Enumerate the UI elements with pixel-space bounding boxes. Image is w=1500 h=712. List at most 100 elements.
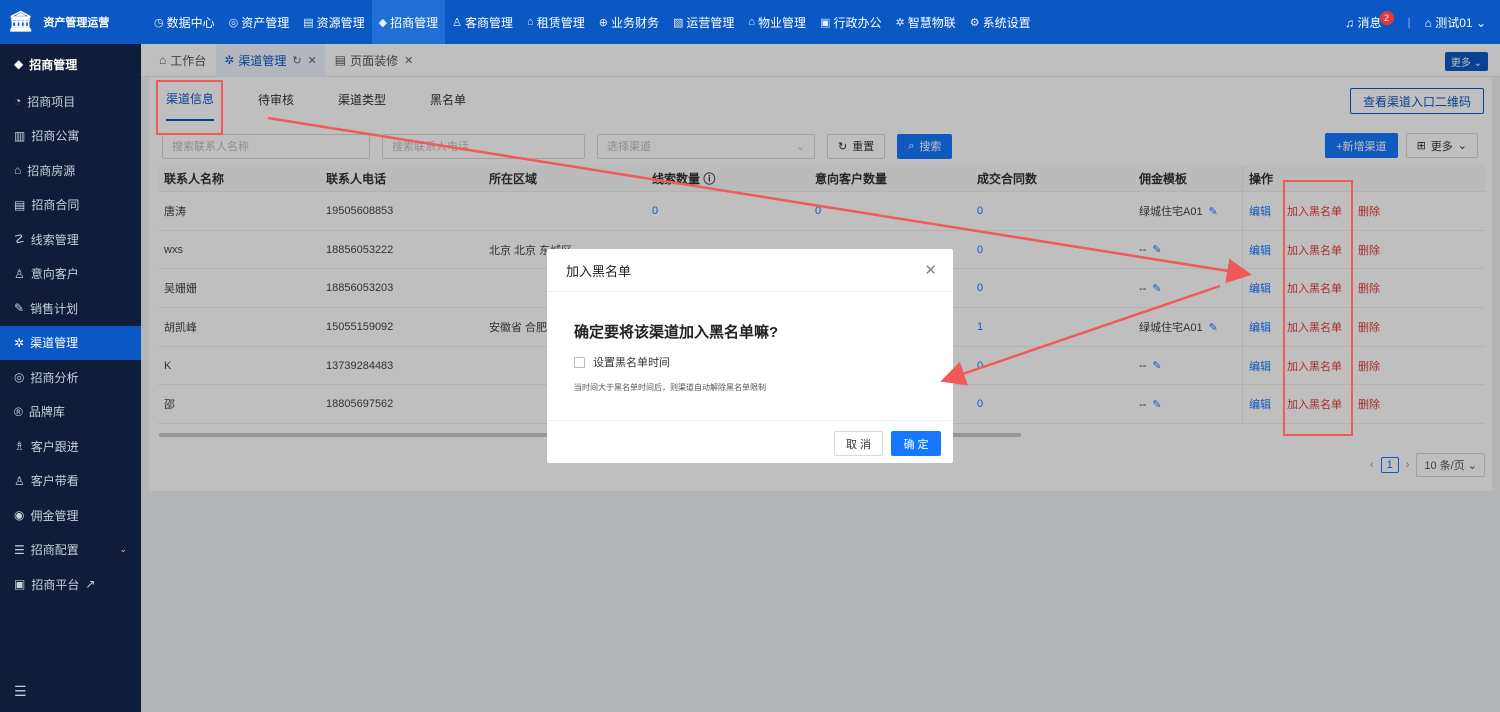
sidebar: ◆ 招商管理 ◔ 招商项目 ▥ 招商公寓 ⌂ 招商房源 ▤ 招商合同 ☡ 线索管理 ♙ 意向客户 ✎ 销售… [0,44,141,712]
sidebar-item-label: 渠道管理 [30,336,79,351]
topnav-item-9[interactable]: ⌂ 物业管理 [741,0,813,44]
topnav-item-6[interactable]: ⌂ 租赁管理 [520,0,592,44]
app-logo[interactable]: 🏛 资产管理运营 [0,0,141,44]
confirm-button[interactable]: 确 定 [891,431,941,456]
sidebar-item-icon: ▥ [14,128,26,143]
topnav-item-label: 业务财务 [610,15,659,30]
property-icon: ⌂ [748,16,756,28]
tag-icon: ◆ [14,57,24,71]
modal-title: 加入黑名单 [566,263,632,279]
sidebar-header-label: 招商管理 [29,57,78,72]
modal-header: 加入黑名单 ✕ [547,249,953,292]
top-right: ♫ 消息 2 | ⌂ 测试01 ⌄ [1345,10,1486,31]
topnav-item-10[interactable]: ▣ 行政办公 [813,0,888,44]
operation-icon: ▧ [672,16,684,29]
chevron-down-icon: ⌄ [1475,15,1486,30]
sidebar-item-icon: ☰ [14,542,25,557]
sidebar-item-icon: ♙ [14,266,25,281]
sidebar-item-14[interactable]: ☰ 招商配置 ⌄ [0,533,141,568]
sidebar-item-12[interactable]: ♙ 客户带看 [0,464,141,499]
sidebar-header: ◆ 招商管理 [0,44,141,84]
office-icon: ▣ [820,16,831,29]
topnav-item-7[interactable]: ⊕ 业务财务 [592,0,666,44]
sidebar-item-label: 招商合同 [31,198,80,213]
sidebar-item-icon: ▤ [14,197,26,212]
sidebar-item-label: 招商分析 [30,370,79,385]
tag-icon: ◆ [378,16,388,29]
sidebar-item-icon: ◉ [14,508,25,523]
bell-icon: ♫ [1345,15,1355,30]
topnav-item-5[interactable]: ♙ 客商管理 [445,0,520,44]
topnav-item-8[interactable]: ▧ 运营管理 [666,0,741,44]
sidebar-item-icon: ✎ [14,301,25,316]
sidebar-item-4[interactable]: ▤ 招商合同 [0,188,141,223]
collapse-menu-icon[interactable]: ☰ [14,683,27,700]
chevron-down-icon: ⌄ [119,544,127,555]
bank-logo-icon: 🏛 [8,11,34,33]
sidebar-item-7[interactable]: ✎ 销售计划 [0,291,141,326]
sidebar-item-label: 客户带看 [30,474,79,489]
message-count-badge: 2 [1379,10,1394,25]
sidebar-item-13[interactable]: ◉ 佣金管理 [0,498,141,533]
top-bar: 🏛 资产管理运营 ◷ 数据中心 ◎ 资产管理 ▤ 资源管理 ◆ 招商管理 ♙ 客商管理 ⌂ 租赁管理 ⊕… [0,0,1500,44]
blacklist-time-checkbox[interactable]: 设置黑名单时间 [574,354,953,370]
topnav-item-label: 行政办公 [833,15,882,30]
sidebar-item-1[interactable]: ◔ 招商项目 [0,84,141,119]
checkbox-label: 设置黑名单时间 [593,357,670,369]
cancel-button[interactable]: 取 消 [834,431,883,456]
topnav-item-label: 资产管理 [241,15,290,30]
topnav-item-4[interactable]: ◆ 招商管理 [371,0,446,44]
modal-question: 确定要将该渠道加入黑名单嘛? [574,324,779,341]
sidebar-item-8[interactable]: ✲ 渠道管理 [0,325,141,360]
app-title: 资产管理运营 [43,17,110,29]
building-icon: ⌂ [527,16,534,28]
sidebar-item-15[interactable]: ▣ 招商平台 ↗ [0,567,141,602]
sidebar-item-icon: ☡ [14,232,25,247]
modal-note: 当时间大于黑名单时间后，则渠道自动解除黑名单限制 [574,383,766,392]
sidebar-item-11[interactable]: ♗ 客户跟进 [0,429,141,464]
sidebar-item-label: 销售计划 [30,301,79,316]
topnav-item-11[interactable]: ✲ 智慧物联 [888,0,962,44]
sidebar-item-label: 客户跟进 [30,439,79,454]
dashboard-icon: ◷ [154,16,164,29]
sidebar-item-10[interactable]: ® 品牌库 [0,395,141,430]
external-link-icon: ↗ [85,577,96,592]
sidebar-item-2[interactable]: ▥ 招商公寓 [0,119,141,154]
topnav-item-12[interactable]: ⚙ 系统设置 [963,0,1038,44]
sidebar-item-9[interactable]: ◎ 招商分析 [0,360,141,395]
messages-button[interactable]: ♫ 消息 2 [1345,10,1394,31]
sidebar-item-label: 招商房源 [27,163,76,178]
close-icon[interactable]: ✕ [924,261,937,279]
topnav-item-label: 资源管理 [316,15,365,30]
iot-icon: ✲ [895,16,905,29]
sidebar-item-icon: ⌂ [14,163,22,178]
user-icon: ⌂ [1424,15,1432,30]
topnav-item-label: 智慧物联 [907,15,956,30]
cube-icon: ◎ [228,16,239,29]
sidebar-item-5[interactable]: ☡ 线索管理 [0,222,141,257]
topnav-item-label: 客商管理 [465,15,514,30]
sidebar-item-label: 线索管理 [30,232,79,247]
sidebar-item-icon: ▣ [14,577,26,592]
modal-footer: 取 消 确 定 [547,420,953,463]
checkbox-icon[interactable] [574,356,585,368]
sidebar-item-icon: ◎ [14,370,25,385]
sidebar-item-icon: ♙ [14,473,25,488]
sidebar-item-label: 品牌库 [28,405,65,420]
user-name: 测试01 [1435,15,1473,30]
sidebar-item-3[interactable]: ⌂ 招商房源 [0,153,141,188]
sidebar-item-label: 佣金管理 [30,508,79,523]
topnav-item-1[interactable]: ◷ 数据中心 [147,0,222,44]
sidebar-item-label: 意向客户 [30,267,79,282]
topnav-item-2[interactable]: ◎ 资产管理 [222,0,297,44]
sidebar-item-label: 招商配置 [30,543,79,558]
top-nav: ◷ 数据中心 ◎ 资产管理 ▤ 资源管理 ◆ 招商管理 ♙ 客商管理 ⌂ 租赁管理 ⊕ 业务财务 ▧ 运营管理… [141,0,1038,44]
sidebar-item-label: 招商公寓 [31,129,80,144]
user-menu[interactable]: ⌂ 测试01 ⌄ [1425,14,1486,31]
sidebar-item-label: 招商项目 [27,94,76,109]
settings-icon: ⚙ [969,16,980,29]
topnav-item-label: 物业管理 [758,15,807,30]
sidebar-item-6[interactable]: ♙ 意向客户 [0,257,141,292]
blacklist-modal: 加入黑名单 ✕ 确定要将该渠道加入黑名单嘛? 设置黑名单时间 当时间大于黑名单时… [547,249,953,463]
topnav-item-3[interactable]: ▤ 资源管理 [296,0,371,44]
